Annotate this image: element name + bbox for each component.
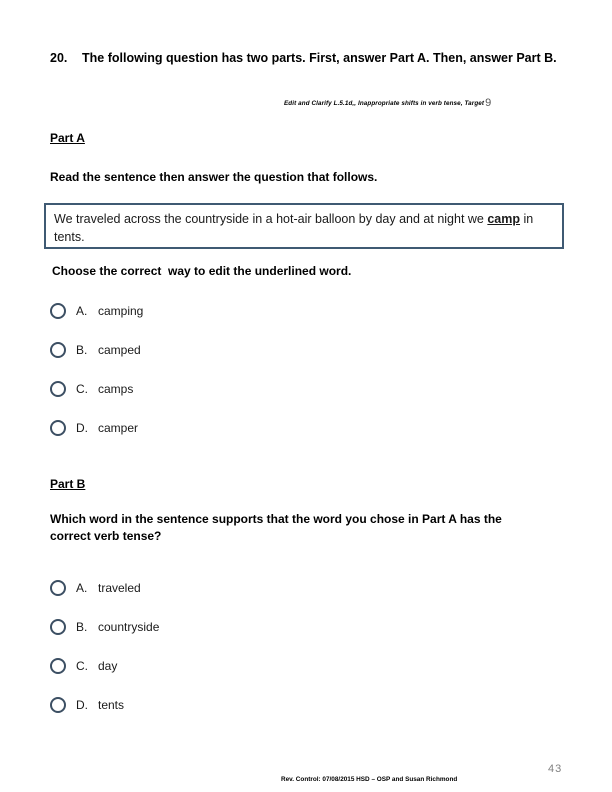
sentence-text-before: We traveled across the countryside in a … <box>54 212 488 226</box>
question-stem-text: The following question has two parts. Fi… <box>82 51 557 65</box>
radio-button-icon[interactable] <box>50 657 66 674</box>
question-number: 20. <box>50 51 68 65</box>
option-letter: A. <box>76 580 88 595</box>
part-b-option-b[interactable]: B. countryside <box>50 607 159 646</box>
standard-reference: Edit and Clarify L.5.1d,, Inappropriate … <box>284 92 574 110</box>
part-b-option-a[interactable]: A. traveled <box>50 568 159 607</box>
part-b-option-c[interactable]: C. day <box>50 646 159 685</box>
part-a-heading: Part A <box>50 131 85 145</box>
part-b-heading: Part B <box>50 477 86 491</box>
part-b-prompt: Which word in the sentence supports that… <box>50 512 506 543</box>
sentence-box: We traveled across the countryside in a … <box>44 203 564 249</box>
option-letter: C. <box>76 381 88 396</box>
option-letter: B. <box>76 342 88 357</box>
option-letter: B. <box>76 619 88 634</box>
choose-answer-prompt: Choose the correct way to edit the under… <box>52 264 352 278</box>
radio-button-icon[interactable] <box>50 618 66 635</box>
option-letter: D. <box>76 420 88 435</box>
part-a-option-a[interactable]: A. camping <box>50 291 143 330</box>
radio-button-icon[interactable] <box>50 302 66 319</box>
option-label: countryside <box>98 619 160 634</box>
radio-button-icon[interactable] <box>50 696 66 713</box>
revision-control-note: Rev. Control: 07/08/2015 HSD – OSP and S… <box>281 776 458 783</box>
option-letter: C. <box>76 658 88 673</box>
part-a-option-c[interactable]: C. camps <box>50 369 143 408</box>
standard-label: Edit and Clarify L.5.1d,, Inappropriate … <box>284 100 485 107</box>
radio-button-icon[interactable] <box>50 341 66 358</box>
option-letter: A. <box>76 303 88 318</box>
option-label: camper <box>98 420 139 435</box>
radio-button-icon[interactable] <box>50 419 66 436</box>
part-b-option-d[interactable]: D. tents <box>50 685 159 724</box>
radio-button-icon[interactable] <box>50 579 66 596</box>
option-label: camps <box>98 381 134 396</box>
read-sentence-prompt: Read the sentence then answer the questi… <box>50 170 378 184</box>
part-a-option-list: A. camping B. camped C. camps D. camper <box>50 291 143 447</box>
part-a-option-d[interactable]: D. camper <box>50 408 143 447</box>
radio-button-icon[interactable] <box>50 380 66 397</box>
option-label: camped <box>98 342 141 357</box>
option-label: tents <box>98 697 125 712</box>
option-label: day <box>98 658 118 673</box>
sentence-underlined-word: camp <box>487 212 521 226</box>
option-label: traveled <box>98 580 141 595</box>
worksheet-page: 20. The following question has two parts… <box>0 0 612 792</box>
question-stem: 20. The following question has two parts… <box>50 50 560 67</box>
option-letter: D. <box>76 697 88 712</box>
part-b-option-list: A. traveled B. countryside C. day D. ten… <box>50 568 159 724</box>
option-label: camping <box>98 303 144 318</box>
page-number: 43 <box>548 763 563 775</box>
target-number: 9 <box>485 97 492 109</box>
part-a-option-b[interactable]: B. camped <box>50 330 143 369</box>
